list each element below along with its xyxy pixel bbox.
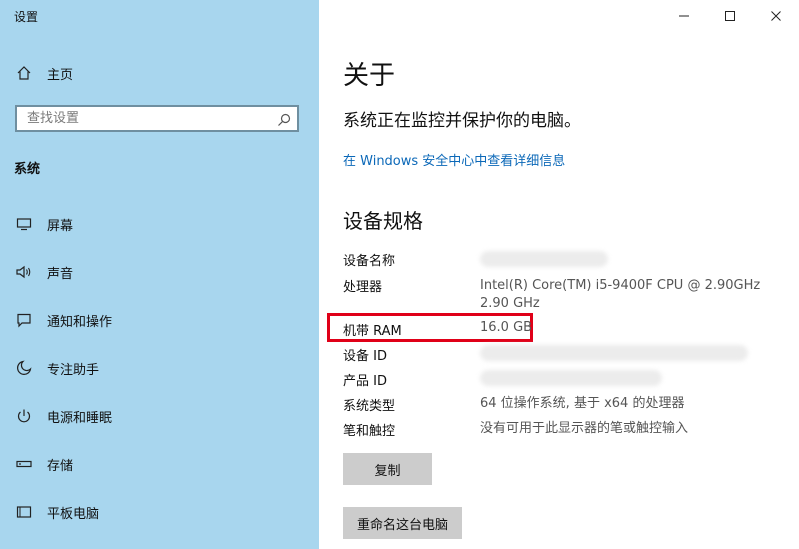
sidebar-item-label: 主页 bbox=[47, 67, 74, 83]
copy-button[interactable]: 复制 bbox=[343, 453, 432, 485]
spec-label-system-type: 系统类型 bbox=[343, 399, 396, 414]
display-icon bbox=[14, 214, 34, 234]
spec-label-ram: 机带 RAM bbox=[343, 324, 402, 339]
spec-label-product-id: 产品 ID bbox=[343, 374, 387, 389]
rename-pc-button[interactable]: 重命名这台电脑 bbox=[343, 507, 463, 539]
section-label: 系统 bbox=[14, 162, 41, 177]
spec-value-system-type: 64 位操作系统, 基于 x64 的处理器 bbox=[480, 396, 685, 411]
storage-icon bbox=[14, 454, 34, 474]
speaker-icon bbox=[14, 262, 34, 282]
spec-label-pen-touch: 笔和触控 bbox=[343, 424, 396, 439]
spec-label-device-name: 设备名称 bbox=[343, 254, 396, 269]
sidebar-item-label: 声音 bbox=[47, 266, 74, 282]
redacted-product-id bbox=[480, 370, 662, 386]
spec-label-processor: 处理器 bbox=[343, 280, 383, 295]
app-title: 设置 bbox=[14, 10, 39, 24]
sidebar-item-power[interactable]: 电源和睡眠 bbox=[0, 401, 319, 431]
redacted-device-id bbox=[480, 345, 748, 361]
sidebar-item-label: 电源和睡眠 bbox=[47, 410, 113, 426]
notification-icon bbox=[14, 310, 34, 330]
sidebar-item-notifications[interactable]: 通知和操作 bbox=[0, 305, 319, 335]
home-icon bbox=[14, 63, 34, 83]
sidebar: 设置 主页 系统 屏幕 声音 通知和操作 专注助手 bbox=[0, 0, 319, 549]
spec-value-processor: Intel(R) Core(TM) i5-9400F CPU @ 2.90GHz bbox=[480, 278, 761, 293]
spec-label-device-id: 设备 ID bbox=[343, 349, 387, 364]
redacted-device-name bbox=[480, 251, 608, 267]
security-center-link[interactable]: 在 Windows 安全中心中查看详细信息 bbox=[343, 150, 565, 169]
tablet-icon bbox=[14, 502, 34, 522]
search-icon[interactable] bbox=[277, 112, 291, 126]
protection-status: 系统正在监控并保护你的电脑。 bbox=[343, 111, 581, 131]
sidebar-item-home[interactable]: 主页 bbox=[0, 58, 319, 88]
specs-title: 设备规格 bbox=[343, 209, 423, 233]
power-icon bbox=[14, 406, 34, 426]
sidebar-item-label: 通知和操作 bbox=[47, 314, 113, 330]
page-title: 关于 bbox=[343, 61, 396, 91]
sidebar-item-label: 平板电脑 bbox=[47, 506, 100, 522]
sidebar-item-focus[interactable]: 专注助手 bbox=[0, 353, 319, 383]
sidebar-item-label: 专注助手 bbox=[47, 362, 100, 378]
search-input[interactable] bbox=[17, 107, 277, 130]
spec-value-processor-speed: 2.90 GHz bbox=[480, 296, 540, 311]
sidebar-item-tablet[interactable]: 平板电脑 bbox=[0, 497, 319, 527]
sidebar-item-storage[interactable]: 存储 bbox=[0, 449, 319, 479]
sidebar-item-sound[interactable]: 声音 bbox=[0, 257, 319, 287]
main-content: 关于 系统正在监控并保护你的电脑。 在 Windows 安全中心中查看详细信息 … bbox=[319, 0, 799, 549]
moon-icon bbox=[14, 358, 34, 378]
sidebar-item-label: 屏幕 bbox=[47, 218, 74, 234]
sidebar-item-label: 存储 bbox=[47, 458, 74, 474]
spec-value-ram: 16.0 GB bbox=[480, 320, 533, 335]
spec-value-pen-touch: 没有可用于此显示器的笔或触控输入 bbox=[480, 421, 689, 436]
sidebar-item-display[interactable]: 屏幕 bbox=[0, 209, 319, 239]
search-box[interactable] bbox=[15, 105, 299, 132]
